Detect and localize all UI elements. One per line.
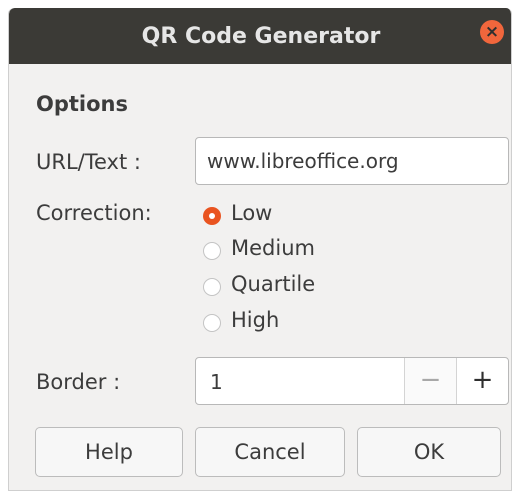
qr-code-dialog: QR Code Generator Options URL/Text : Cor… <box>8 8 512 491</box>
decrement-button[interactable]: − <box>404 358 456 404</box>
border-value[interactable]: 1 <box>210 370 223 394</box>
radio-button[interactable] <box>203 278 221 296</box>
radio-label-medium: Medium <box>231 236 315 260</box>
url-input[interactable] <box>195 137 509 185</box>
dialog-title: QR Code Generator <box>141 24 381 49</box>
title-bar[interactable]: QR Code Generator <box>9 8 511 64</box>
correction-label: Correction: <box>36 201 152 225</box>
radio-label-quartile: Quartile <box>231 272 316 296</box>
ok-button[interactable]: OK <box>357 427 501 477</box>
help-button[interactable]: Help <box>35 427 183 477</box>
radio-button[interactable] <box>203 314 221 332</box>
cancel-button[interactable]: Cancel <box>195 427 345 477</box>
radio-label-high: High <box>231 308 280 332</box>
radio-button[interactable] <box>203 242 221 260</box>
options-heading: Options <box>36 92 128 116</box>
border-spinbox[interactable]: 1 − + <box>195 357 509 405</box>
url-label: URL/Text : <box>36 150 141 174</box>
radio-button-checked[interactable] <box>203 207 221 225</box>
border-label: Border : <box>36 370 121 394</box>
radio-label-low: Low <box>231 201 273 225</box>
close-icon[interactable]: × <box>480 20 504 44</box>
increment-button[interactable]: + <box>456 358 508 404</box>
